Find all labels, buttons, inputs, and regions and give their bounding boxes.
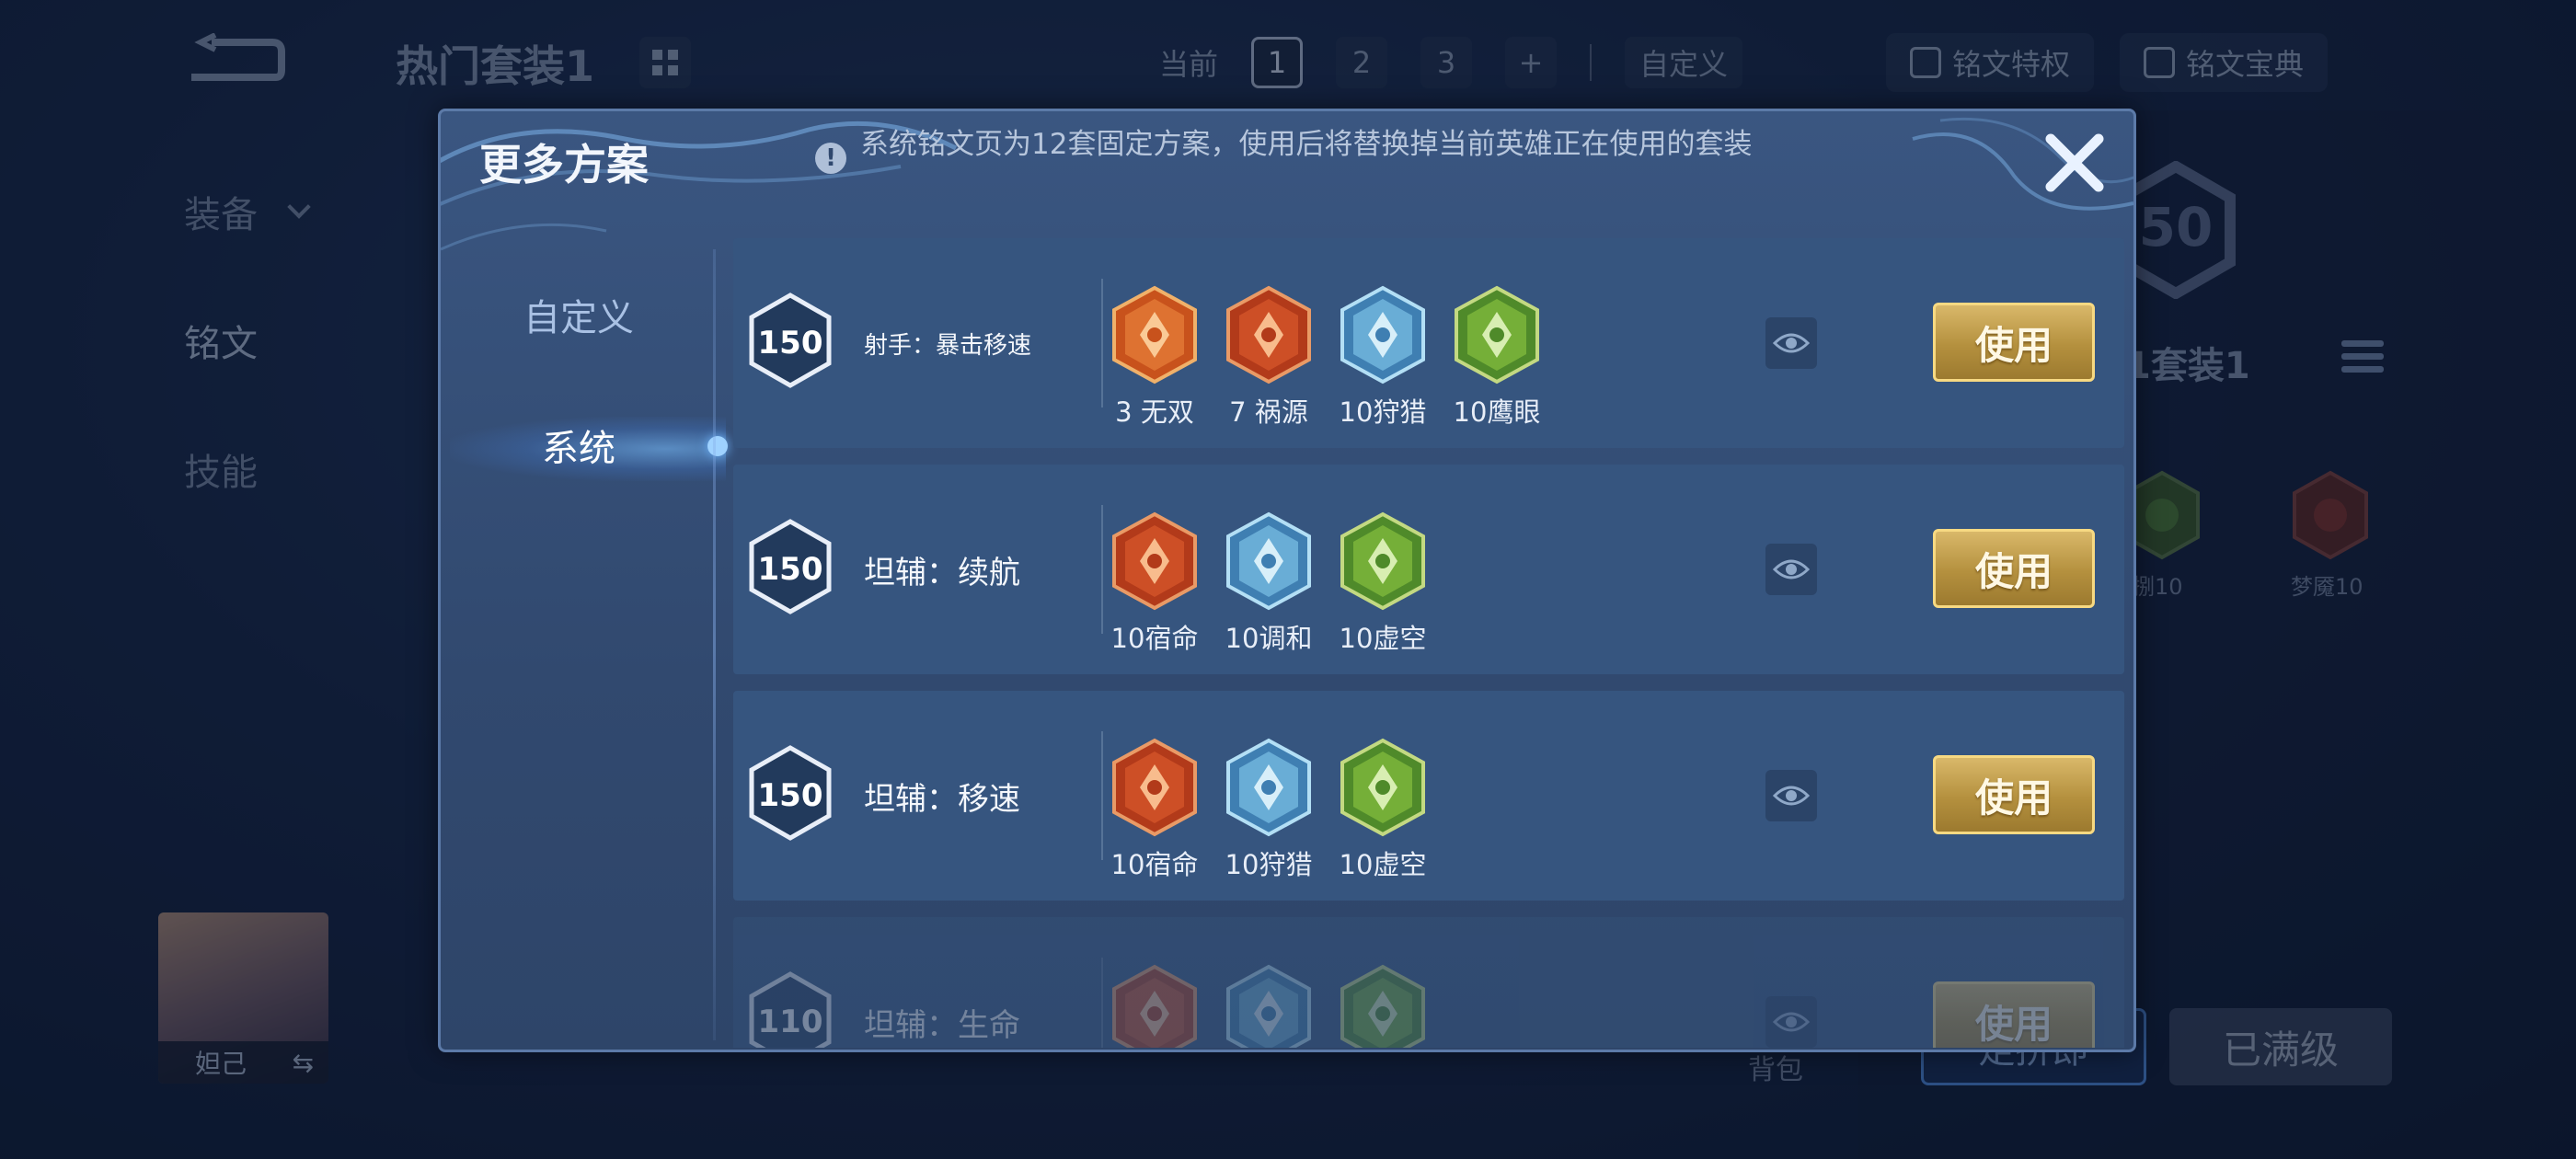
close-icon[interactable] [2038,126,2111,200]
rune-label: 10虚空 [1339,849,1427,880]
rune-blue-icon [1225,737,1313,842]
use-button[interactable]: 使用 [1933,755,2095,834]
more-schemes-modal: 更多方案 ! 系统铭文页为12套固定方案，使用后将替换掉当前英雄正在使用的套装 … [438,109,2136,1052]
rune-red-icon [1110,737,1199,842]
modal-header: 更多方案 ! 系统铭文页为12套固定方案，使用后将替换掉当前英雄正在使用的套装 [441,111,2133,251]
info-icon: ! [815,143,846,174]
use-button[interactable]: 使用 [1933,303,2095,382]
rune-item: 3 无双 [1110,284,1199,430]
rune-item: 10虚空 [1339,737,1427,882]
rune-label: 3 无双 [1115,396,1194,428]
rune-label: 10调和 [1225,623,1313,654]
rune-item: 10狩猎 [1339,284,1427,430]
tab-system[interactable]: 系统 [441,380,728,511]
level-hexagon-icon: 150 [748,518,833,615]
info-text: 系统铭文页为12套固定方案，使用后将替换掉当前英雄正在使用的套装 [860,128,1753,161]
rune-group: 10宿命 10调和 10虚空 [1110,511,1427,656]
tab-custom[interactable]: 自定义 [441,249,717,380]
rune-group: 10宿命 10狩猎 10虚空 [1110,737,1427,882]
rune-item: 10虚空 [1339,511,1427,656]
rune-label: 10宿命 [1110,849,1199,880]
rune-item [1110,963,1199,1048]
scheme-row[interactable]: 110 坦辅：生命 使用 [733,917,2124,1048]
rune-blue-icon [1225,963,1313,1048]
divider [1101,279,1103,407]
rune-green-icon [1339,737,1427,842]
scheme-name: 坦辅：续航 [864,554,1020,591]
active-dot-icon [707,436,728,456]
modal-sidebar: 自定义 系统 [441,249,728,511]
tab-label: 自定义 [523,297,634,339]
scheme-list[interactable]: 150 射手：暴击移速 3 无双 7 祸源 10狩猎 10鹰眼 使用 150 坦辅：续航 10宿命… [733,238,2124,1048]
rune-label: 10虚空 [1339,623,1427,654]
rune-group: 3 无双 7 祸源 10狩猎 10鹰眼 [1110,284,1541,430]
rune-item: 10狩猎 [1225,737,1313,882]
divider [1101,958,1103,1048]
use-button[interactable]: 使用 [1933,981,2095,1048]
eye-icon[interactable] [1765,544,1817,595]
rune-group [1110,963,1427,1048]
scheme-name: 坦辅：移速 [864,780,1020,818]
divider [1101,505,1103,634]
rune-red-icon [1110,963,1199,1048]
rune-item [1339,963,1427,1048]
modal-title: 更多方案 [479,140,649,189]
rune-item: 10鹰眼 [1453,284,1541,430]
scheme-level-text: 150 [758,325,823,361]
rune-item: 7 祸源 [1225,284,1313,430]
rune-item: 10宿命 [1110,511,1199,656]
rune-item [1225,963,1313,1048]
rune-green-icon [1339,511,1427,615]
use-button[interactable]: 使用 [1933,529,2095,608]
scheme-level-text: 110 [758,1004,823,1040]
rune-red-icon [1110,511,1199,615]
rune-item: 10宿命 [1110,737,1199,882]
rune-green-icon [1453,284,1541,389]
scheme-name: 射手：暴击移速 [864,331,1032,360]
scheme-row[interactable]: 150 射手：暴击移速 3 无双 7 祸源 10狩猎 10鹰眼 使用 [733,238,2124,448]
level-hexagon-icon: 150 [748,292,833,389]
level-hexagon-icon: 110 [748,970,833,1048]
divider [1101,731,1103,860]
rune-label: 10宿命 [1110,623,1199,654]
rune-label: 10狩猎 [1225,849,1313,880]
scheme-row[interactable]: 150 坦辅：续航 10宿命 10调和 10虚空 使用 [733,465,2124,674]
rune-label: 7 祸源 [1229,396,1308,428]
rune-red-icon [1225,284,1313,389]
rune-green-icon [1339,963,1427,1048]
eye-icon[interactable] [1765,317,1817,369]
scheme-level-text: 150 [758,551,823,588]
rune-label: 10狩猎 [1339,396,1427,428]
tab-label: 系统 [542,428,615,470]
rune-label: 10鹰眼 [1453,396,1541,428]
sidebar-divider [713,249,716,1040]
eye-icon[interactable] [1765,770,1817,821]
eye-icon[interactable] [1765,996,1817,1048]
scheme-row[interactable]: 150 坦辅：移速 10宿命 10狩猎 10虚空 使用 [733,691,2124,901]
scheme-name: 坦辅：生命 [864,1006,1020,1044]
rune-orange-icon [1110,284,1199,389]
rune-item: 10调和 [1225,511,1313,656]
scheme-level-text: 150 [758,777,823,814]
rune-blue-icon [1225,511,1313,615]
rune-blue-icon [1339,284,1427,389]
level-hexagon-icon: 150 [748,744,833,842]
